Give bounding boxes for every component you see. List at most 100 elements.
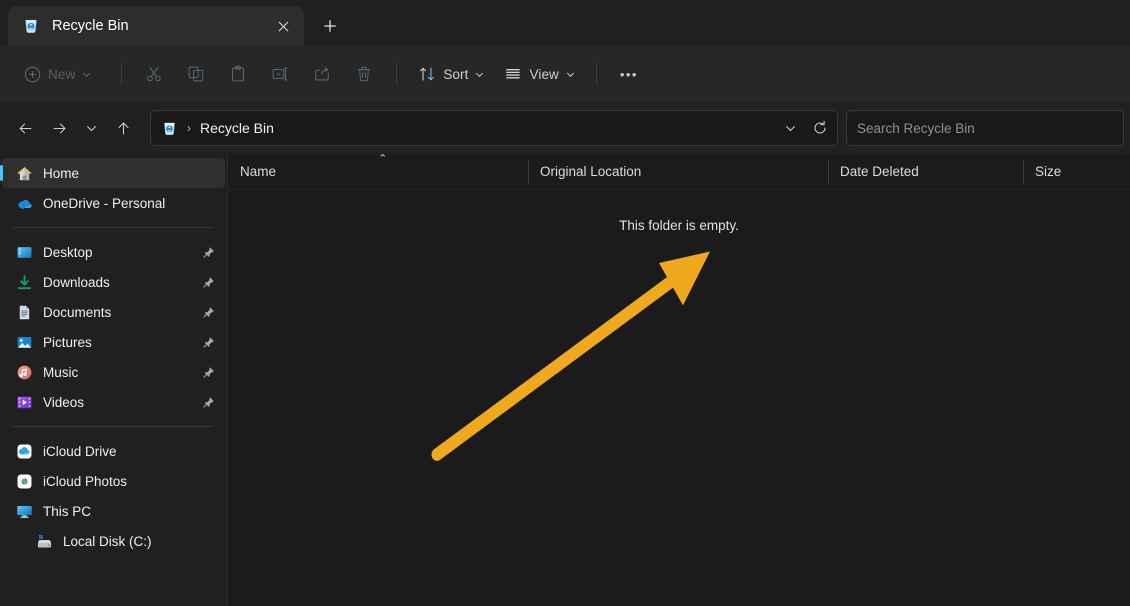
home-icon xyxy=(16,165,33,182)
sidebar-item-pictures[interactable]: Pictures xyxy=(2,327,225,357)
new-tab-button[interactable] xyxy=(314,10,346,42)
sidebar-item-downloads[interactable]: Downloads xyxy=(2,267,225,297)
breadcrumb-address-bar[interactable]: › Recycle Bin xyxy=(150,110,838,146)
view-button-label: View xyxy=(529,67,558,82)
recent-locations-button[interactable] xyxy=(76,111,106,145)
address-dropdown-button[interactable] xyxy=(775,113,805,143)
sort-ascending-icon: ⌃ xyxy=(378,154,387,165)
sidebar-item-label: iCloud Drive xyxy=(43,444,215,459)
column-header-date-deleted[interactable]: Date Deleted xyxy=(828,154,1023,190)
refresh-icon xyxy=(812,120,828,136)
arrow-up-icon xyxy=(115,120,132,137)
pin-icon[interactable] xyxy=(202,306,215,319)
sidebar-item-label: Desktop xyxy=(43,245,192,260)
paste-button[interactable] xyxy=(218,57,258,91)
sidebar-item-documents[interactable]: Documents xyxy=(2,297,225,327)
up-button[interactable] xyxy=(106,111,140,145)
recycle-bin-icon xyxy=(161,120,178,137)
sort-arrows-icon xyxy=(418,65,436,83)
column-header-label: Name xyxy=(240,164,276,179)
sort-button[interactable]: Sort xyxy=(409,57,493,91)
sidebar-item-label: Home xyxy=(43,166,215,181)
copy-button[interactable] xyxy=(176,57,216,91)
more-options-button[interactable]: ••• xyxy=(609,57,649,91)
more-options-label: ••• xyxy=(620,67,638,82)
chevron-down-icon xyxy=(82,67,91,82)
sidebar-item-music[interactable]: Music xyxy=(2,357,225,387)
column-header-original-location[interactable]: Original Location xyxy=(528,154,828,190)
recycle-bin-icon xyxy=(22,17,40,35)
explorer-body: Home OneDrive - Personal xyxy=(0,154,1130,606)
search-box[interactable]: Search Recycle Bin xyxy=(846,110,1124,146)
title-bar: Recycle Bin xyxy=(0,0,1130,46)
forward-button[interactable] xyxy=(42,111,76,145)
pin-icon[interactable] xyxy=(202,276,215,289)
new-button[interactable]: New xyxy=(14,57,103,91)
refresh-button[interactable] xyxy=(805,113,835,143)
sidebar-item-this-pc[interactable]: This PC xyxy=(2,496,225,526)
sidebar-item-label: Videos xyxy=(43,395,192,410)
sidebar-item-label: iCloud Photos xyxy=(43,474,215,489)
sidebar-item-onedrive-personal[interactable]: OneDrive - Personal xyxy=(2,188,225,218)
tab-recycle-bin[interactable]: Recycle Bin xyxy=(8,6,304,46)
sidebar-item-local-disk-c[interactable]: Local Disk (C:) xyxy=(2,526,225,556)
column-header-label: Date Deleted xyxy=(840,164,919,179)
navigation-pane[interactable]: Home OneDrive - Personal xyxy=(0,154,228,606)
sidebar-item-label: OneDrive - Personal xyxy=(43,196,215,211)
trash-icon xyxy=(355,65,373,83)
column-header-size[interactable]: Size xyxy=(1023,154,1128,190)
sidebar-item-icloud-photos[interactable]: iCloud Photos xyxy=(2,466,225,496)
view-lines-icon xyxy=(504,65,522,83)
pin-icon[interactable] xyxy=(202,246,215,259)
sidebar-item-label: Pictures xyxy=(43,335,192,350)
sidebar-item-label: This PC xyxy=(43,504,215,519)
pictures-icon xyxy=(16,334,33,351)
back-button[interactable] xyxy=(8,111,42,145)
column-header-label: Size xyxy=(1035,164,1061,179)
sidebar-item-label: Music xyxy=(43,365,192,380)
chevron-down-icon xyxy=(566,67,575,82)
copy-icon xyxy=(187,65,205,83)
command-bar: New xyxy=(0,46,1130,102)
column-header-name[interactable]: ⌃ Name xyxy=(228,154,528,190)
sidebar-item-label: Downloads xyxy=(43,275,192,290)
sidebar-item-videos[interactable]: Videos xyxy=(2,387,225,417)
desktop-icon xyxy=(16,244,33,261)
rename-button[interactable]: A xyxy=(260,57,300,91)
toolbar-divider-2 xyxy=(396,63,397,85)
file-list-pane[interactable]: ⌃ Name Original Location Date Deleted Si… xyxy=(228,154,1130,606)
arrow-right-icon xyxy=(51,120,68,137)
toolbar-divider-1 xyxy=(121,63,122,85)
view-button[interactable]: View xyxy=(495,57,583,91)
local-disk-icon xyxy=(36,533,53,550)
sidebar-item-home[interactable]: Home xyxy=(2,158,225,188)
close-icon xyxy=(278,21,289,32)
pin-icon[interactable] xyxy=(202,336,215,349)
sidebar-item-label: Documents xyxy=(43,305,192,320)
videos-icon xyxy=(16,394,33,411)
delete-button[interactable] xyxy=(344,57,384,91)
arrow-left-icon xyxy=(17,120,34,137)
share-button[interactable] xyxy=(302,57,342,91)
search-input[interactable]: Search Recycle Bin xyxy=(857,121,975,136)
new-button-label: New xyxy=(48,67,75,82)
rename-icon: A xyxy=(271,65,289,83)
sidebar-item-desktop[interactable]: Desktop xyxy=(2,237,225,267)
scissors-icon xyxy=(145,65,163,83)
sidebar-item-label: Local Disk (C:) xyxy=(63,534,215,549)
tab-close-button[interactable] xyxy=(268,11,298,41)
onedrive-icon xyxy=(16,195,33,212)
column-headers: ⌃ Name Original Location Date Deleted Si… xyxy=(228,154,1130,190)
pin-icon[interactable] xyxy=(202,396,215,409)
breadcrumb-separator[interactable]: › xyxy=(178,121,200,135)
sidebar-separator-1 xyxy=(12,227,213,228)
chevron-down-icon xyxy=(785,123,796,134)
sidebar-item-icloud-drive[interactable]: iCloud Drive xyxy=(2,436,225,466)
music-icon xyxy=(16,364,33,381)
cut-button[interactable] xyxy=(134,57,174,91)
chevron-down-icon xyxy=(86,123,97,134)
breadcrumb-current-folder[interactable]: Recycle Bin xyxy=(200,120,775,136)
empty-folder-message: This folder is empty. xyxy=(228,218,1130,233)
pin-icon[interactable] xyxy=(202,366,215,379)
tab-label: Recycle Bin xyxy=(52,18,268,34)
